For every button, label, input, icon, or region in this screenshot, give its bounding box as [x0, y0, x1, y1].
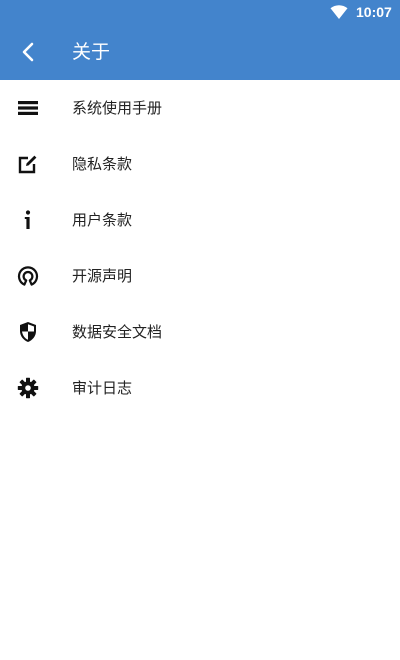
list-icon: [18, 101, 38, 115]
back-button[interactable]: [8, 32, 48, 72]
open-source-icon: [17, 266, 39, 286]
menu-item-audit-log[interactable]: 审计日志: [0, 360, 400, 416]
edit-icon: [18, 155, 37, 174]
menu-item-label: 审计日志: [72, 379, 133, 397]
about-menu-list: 系统使用手册 隐私条款 用户条款 开源声明 数据安全文档 审计日志: [0, 80, 400, 416]
gear-icon: [17, 377, 39, 399]
about-screen: 10:07 关于 系统使用手册 隐私条款 用户条款 开源声明 数据安全文档 审计…: [0, 0, 400, 660]
menu-item-label: 系统使用手册: [72, 99, 163, 117]
shield-icon: [20, 322, 36, 342]
app-header: 10:07 关于: [0, 0, 400, 80]
page-title: 关于: [72, 41, 111, 63]
menu-item-user-terms[interactable]: 用户条款: [0, 192, 400, 248]
menu-item-label: 数据安全文档: [72, 323, 163, 341]
menu-item-system-manual[interactable]: 系统使用手册: [0, 80, 400, 136]
menu-item-privacy-policy[interactable]: 隐私条款: [0, 136, 400, 192]
menu-item-label: 开源声明: [72, 267, 133, 285]
menu-item-label: 用户条款: [72, 211, 133, 229]
menu-item-open-source-notice[interactable]: 开源声明: [0, 248, 400, 304]
menu-item-label: 隐私条款: [72, 155, 133, 173]
menu-item-data-security-doc[interactable]: 数据安全文档: [0, 304, 400, 360]
status-bar: 10:07: [0, 0, 400, 24]
chevron-left-icon: [22, 42, 34, 62]
info-icon: [24, 210, 31, 229]
wifi-icon: [330, 5, 348, 19]
toolbar: 关于: [0, 24, 400, 80]
status-time: 10:07: [356, 4, 392, 20]
